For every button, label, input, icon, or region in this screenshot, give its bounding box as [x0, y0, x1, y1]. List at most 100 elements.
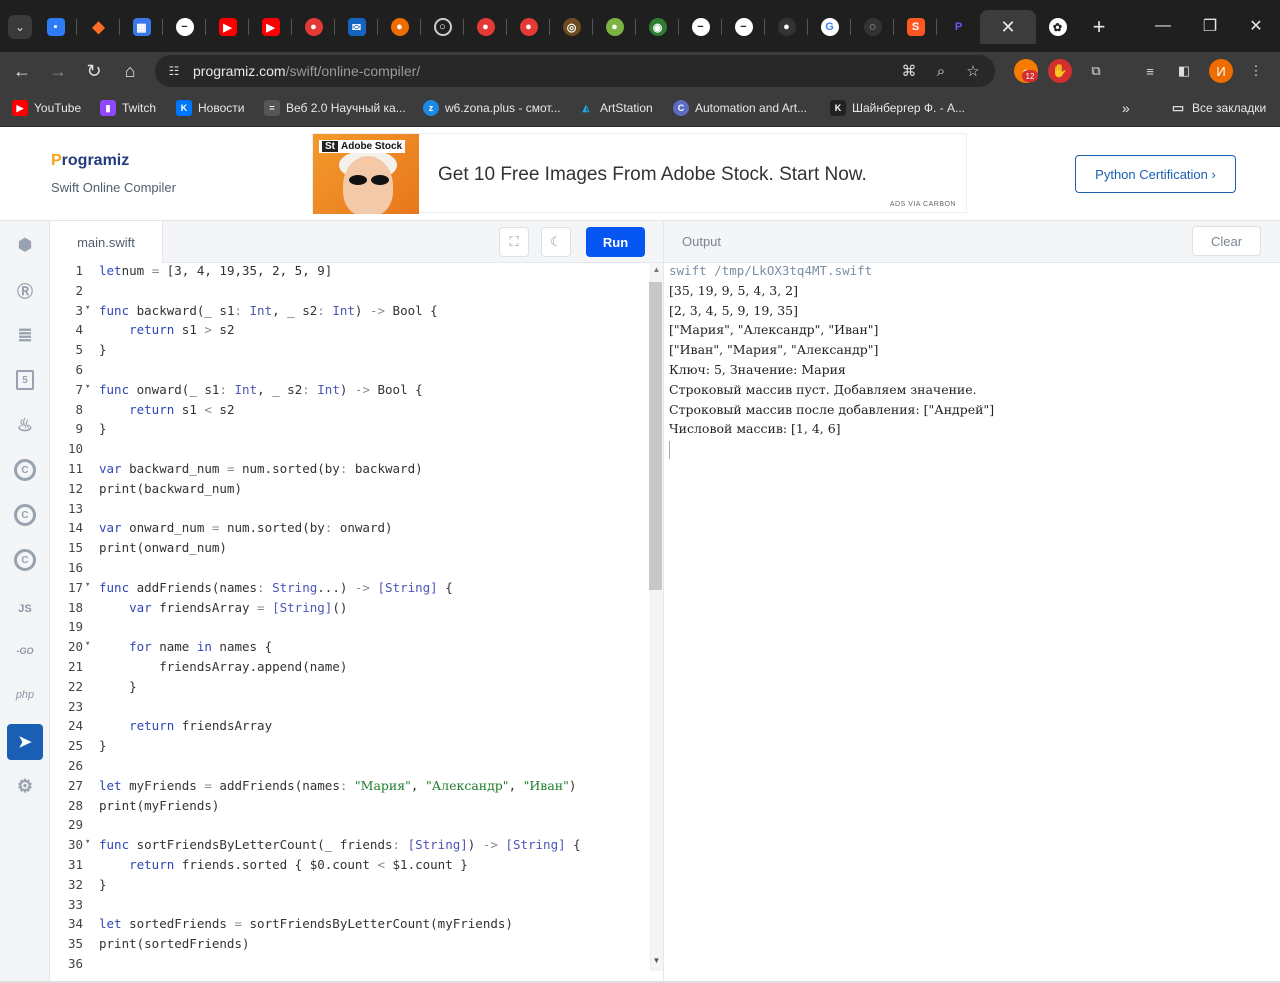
bookmark-zona[interactable]: z w6.zona.plus - смот...	[423, 98, 561, 118]
tab[interactable]: −	[679, 10, 722, 44]
code-line[interactable]: 25}	[50, 738, 650, 758]
tab[interactable]: ●	[507, 10, 550, 44]
tab[interactable]: ○	[421, 10, 464, 44]
output-console[interactable]: swift /tmp/LkOX3tq4MT.swift [35, 19, 9, …	[663, 263, 1280, 983]
code-line[interactable]: 22 }	[50, 679, 650, 699]
reading-list-icon[interactable]: ≡	[1138, 59, 1162, 83]
fullscreen-icon[interactable]: ⛶	[499, 227, 529, 257]
code-line[interactable]: 13	[50, 501, 650, 521]
file-tab-main-swift[interactable]: main.swift	[50, 221, 163, 263]
forward-icon[interactable]: →	[43, 56, 73, 86]
code-line[interactable]: 26	[50, 758, 650, 778]
close-window-icon[interactable]: ✕	[1233, 8, 1279, 44]
code-line[interactable]: 19	[50, 619, 650, 639]
code-line[interactable]: 34 let sortedFriends = sortFriendsByLette…	[50, 916, 650, 936]
bookmark-twitch[interactable]: ▮ Twitch	[100, 98, 156, 118]
sql-icon[interactable]: ≣	[7, 317, 43, 353]
code-line[interactable]: 23	[50, 699, 650, 719]
code-line[interactable]: 5}	[50, 342, 650, 362]
code-line[interactable]: 11 var backward_num = num.sorted(by: back…	[50, 461, 650, 481]
code-line[interactable]: 16	[50, 560, 650, 580]
r-icon[interactable]: Ⓡ	[7, 272, 43, 308]
code-editor[interactable]: 1 letnum = [3, 4, 19,35, 2, 5, 9] 2 3 ▾ func …	[50, 263, 650, 983]
tab-active-close-icon[interactable]: ✕	[980, 10, 1036, 44]
scroll-up-arrow-icon[interactable]: ▲	[652, 266, 661, 274]
tab[interactable]: ●	[593, 10, 636, 44]
bookmark-automation[interactable]: C Automation and Art...	[673, 98, 807, 118]
home-icon[interactable]: ⌂	[115, 56, 145, 86]
code-line[interactable]: 12 print(backward_num)	[50, 481, 650, 501]
code-line[interactable]: 7 ▾ func onward(_ s1: Int, _ s2: Int) -> B…	[50, 382, 650, 402]
code-line[interactable]: 14 var onward_num = num.sorted(by: onward…	[50, 520, 650, 540]
code-line[interactable]: 27 let myFriends = addFriends(names: "Мар…	[50, 778, 650, 798]
code-line[interactable]: 6	[50, 362, 650, 382]
site-info-icon[interactable]: ☷	[165, 62, 183, 80]
c-icon[interactable]: C	[7, 452, 43, 488]
tab[interactable]: −	[163, 10, 206, 44]
rust-icon[interactable]: ⚙	[7, 768, 43, 804]
programiz-logo[interactable]: Programiz	[51, 152, 129, 170]
dark-mode-moon-icon[interactable]: ☾	[541, 227, 571, 257]
code-line[interactable]: 18 var friendsArray = [String]()	[50, 600, 650, 620]
code-line[interactable]: 15 print(onward_num)	[50, 540, 650, 560]
cpp-icon[interactable]: C	[7, 497, 43, 533]
url-text[interactable]: programiz.com/swift/online-compiler/	[193, 63, 420, 79]
javascript-icon[interactable]: JS	[7, 591, 43, 627]
bookmark-star-icon[interactable]: ☆	[962, 61, 984, 81]
tab[interactable]: G	[808, 10, 851, 44]
tab[interactable]: ◌	[851, 10, 894, 44]
profile-avatar[interactable]: И	[1209, 59, 1233, 83]
code-line[interactable]: 3 ▾ func backward(_ s1: Int, _ s2: Int) ->…	[50, 303, 650, 323]
bookmark-news[interactable]: K Новости	[176, 98, 244, 118]
fold-arrow-icon[interactable]: ▾	[85, 580, 94, 590]
back-icon[interactable]: ←	[7, 56, 37, 86]
bookmark-youtube[interactable]: ▶ YouTube	[12, 98, 81, 118]
bookmark-calc[interactable]: = Веб 2.0 Научный ка...	[264, 98, 406, 118]
more-bookmarks-icon[interactable]: »	[1122, 98, 1130, 118]
code-line[interactable]: 32}	[50, 877, 650, 897]
python-certification-button[interactable]: Python Certification ›	[1075, 155, 1236, 193]
tab[interactable]: S	[894, 10, 937, 44]
code-line[interactable]: 20 ▾ for name in names {	[50, 639, 650, 659]
new-tab-button[interactable]: +	[1079, 10, 1119, 44]
php-icon[interactable]: php	[7, 677, 43, 713]
scroll-down-arrow-icon[interactable]: ▼	[652, 957, 661, 965]
tab[interactable]: ▪	[34, 10, 77, 44]
tab-search-chevron-icon[interactable]: ⌄	[8, 15, 32, 39]
tab[interactable]: P	[937, 10, 980, 44]
code-line[interactable]: 1 letnum = [3, 4, 19,35, 2, 5, 9]	[50, 263, 650, 283]
code-line[interactable]: 28 print(myFriends)	[50, 798, 650, 818]
code-line[interactable]: 31 return friends.sorted { $0.count < $1…	[50, 857, 650, 877]
csharp-icon[interactable]: C	[7, 542, 43, 578]
tab[interactable]: ◎	[550, 10, 593, 44]
extensions-puzzle-icon[interactable]: ⧉	[1084, 59, 1108, 83]
code-line[interactable]: 30 ▾ func sortFriendsByLetterCount(_ frien…	[50, 837, 650, 857]
go-icon[interactable]: -GO	[7, 633, 43, 669]
fold-arrow-icon[interactable]: ▾	[85, 382, 94, 392]
tab[interactable]: ●	[464, 10, 507, 44]
tab[interactable]: −	[722, 10, 765, 44]
tab[interactable]: ✉	[335, 10, 378, 44]
html-icon[interactable]: 5	[7, 362, 43, 398]
code-line[interactable]: 33	[50, 897, 650, 917]
code-line[interactable]: 21 friendsArray.append(name)	[50, 659, 650, 679]
tab[interactable]: ●	[378, 10, 421, 44]
java-icon[interactable]: ♨	[7, 407, 43, 443]
code-line[interactable]: 8 return s1 < s2	[50, 402, 650, 422]
ad-banner[interactable]: St Adobe Stock Get 10 Free Images From Ad…	[312, 133, 967, 214]
code-line[interactable]: 35 print(sortedFriends)	[50, 936, 650, 956]
minimize-icon[interactable]: —	[1140, 8, 1186, 44]
restore-icon[interactable]: ❐	[1187, 8, 1233, 44]
tab[interactable]: ▶	[249, 10, 292, 44]
code-line[interactable]: 36	[50, 956, 650, 976]
tab[interactable]: ●	[292, 10, 335, 44]
fold-arrow-icon[interactable]: ▾	[85, 837, 94, 847]
tab[interactable]: ▶	[206, 10, 249, 44]
adblock-icon[interactable]: ✋	[1048, 59, 1072, 83]
run-button[interactable]: Run	[586, 227, 645, 257]
code-line[interactable]: 29	[50, 817, 650, 837]
code-line[interactable]: 24 return friendsArray	[50, 718, 650, 738]
tab[interactable]: ▦	[120, 10, 163, 44]
fold-arrow-icon[interactable]: ▾	[85, 639, 94, 649]
bookmark-vk[interactable]: K Шайнбергер Ф. - А...	[830, 98, 965, 118]
